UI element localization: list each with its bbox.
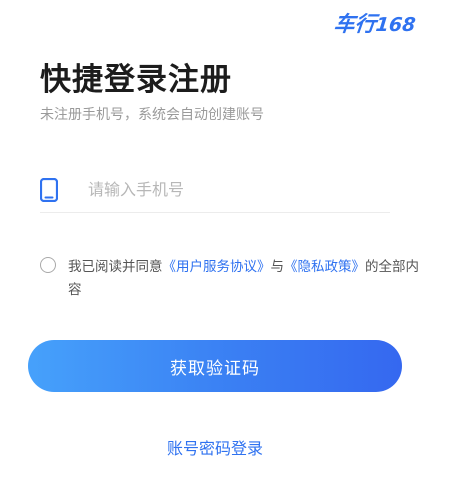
agreement-row: 我已阅读并同意《用户服务协议》与《隐私政策》的全部内容 bbox=[40, 256, 432, 302]
mobile-phone-icon bbox=[40, 178, 58, 202]
brand-logo-number: 168 bbox=[374, 14, 417, 36]
page-subtitle: 未注册手机号，系统会自动创建账号 bbox=[40, 107, 264, 123]
get-verification-code-button[interactable]: 获取验证码 bbox=[28, 340, 402, 392]
page-title: 快捷登录注册 bbox=[40, 62, 232, 98]
user-agreement-link[interactable]: 《用户服务协议》 bbox=[163, 259, 271, 275]
agreement-prefix: 我已阅读并同意 bbox=[68, 259, 163, 275]
brand-logo: 车行168 bbox=[333, 8, 418, 38]
phone-number-input[interactable] bbox=[88, 174, 378, 204]
agreement-text: 我已阅读并同意《用户服务协议》与《隐私政策》的全部内容 bbox=[68, 256, 432, 302]
phone-field-row bbox=[40, 170, 390, 213]
privacy-policy-link[interactable]: 《隐私政策》 bbox=[284, 259, 365, 275]
brand-logo-text: 车行 bbox=[332, 12, 378, 36]
agreement-joiner: 与 bbox=[270, 259, 285, 275]
password-login-link[interactable]: 账号密码登录 bbox=[0, 435, 430, 459]
agreement-checkbox[interactable] bbox=[40, 257, 56, 273]
